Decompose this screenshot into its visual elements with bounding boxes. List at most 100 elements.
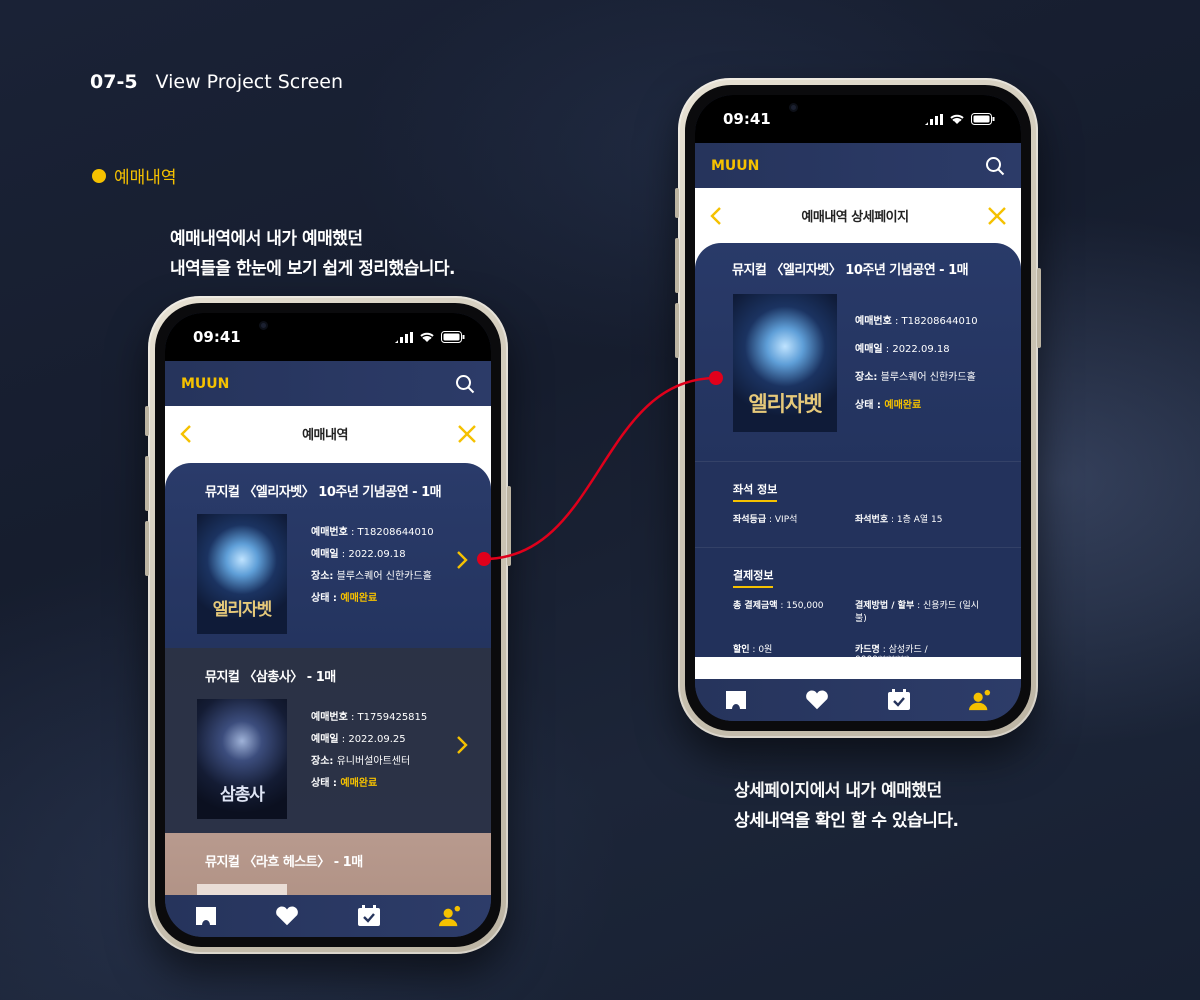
payment-info-section: 결제정보 총 결제금액 : 150,000 결제방법 / 할부 : 신용카드 (… (695, 547, 1021, 665)
close-icon[interactable] (987, 206, 1007, 226)
battery-icon (441, 331, 465, 343)
status-label: 상태 : (855, 400, 885, 411)
tab-bar (165, 895, 491, 937)
method-label: 결제방법 / 할부 (855, 601, 915, 611)
desc-line: 예매내역에서 내가 예매했던 (170, 229, 363, 249)
ticket-tab-icon[interactable] (724, 689, 748, 711)
desc-line: 상세페이지에서 내가 예매했던 (734, 781, 942, 801)
battery-icon (971, 113, 995, 125)
booking-label: 예매번호 (311, 527, 348, 538)
booking-number: : T18208644010 (891, 316, 978, 327)
list-item[interactable]: 뮤지컬 〈라흐 헤스트〉 - 1매 (165, 833, 491, 895)
screen-title: 예매내역 상세페이지 (801, 210, 909, 225)
total-amount: : 150,000 (777, 601, 824, 611)
side-button (145, 456, 149, 511)
venue: 블루스퀘어 신한카드홀 (333, 571, 432, 582)
side-button (675, 188, 679, 218)
app-logo[interactable]: MUUN (711, 158, 759, 174)
booking-number: : T18208644010 (347, 527, 434, 538)
date-label: 예매일 (311, 734, 339, 745)
poster-image: 엘리자벳 (733, 294, 837, 432)
chevron-right-icon[interactable] (455, 549, 469, 571)
back-chevron-icon[interactable] (179, 424, 193, 444)
status-time: 09:41 (193, 328, 241, 346)
app-logo[interactable]: MUUN (181, 376, 229, 392)
phone-detail: 09:41 MUUN 예매내역 상세페이지 뮤지컬 〈엘리자벳〉 10주년 기념… (675, 78, 1041, 738)
close-icon[interactable] (457, 424, 477, 444)
booking-date: : 2022.09.25 (338, 734, 406, 745)
total-label: 총 결제금액 (733, 601, 778, 611)
venue-label: 장소: (311, 756, 334, 767)
tab-bar (695, 679, 1021, 721)
venue: 유니버설아트센터 (333, 756, 411, 767)
item-title: 뮤지컬 〈삼총사〉 - 1매 (205, 670, 336, 685)
page-header: 07-5 View Project Screen (90, 71, 343, 93)
status-badge: 예매완료 (884, 400, 922, 411)
discount: : 0원 (749, 645, 773, 655)
detail-summary: 뮤지컬 〈엘리자벳〉 10주년 기념공연 - 1매 엘리자벳 예매번호 : T1… (695, 243, 1021, 461)
seat-info-section: 좌석 정보 좌석등급 : VIP석 좌석번호 : 1층 A열 15 (695, 461, 1021, 547)
heart-tab-icon[interactable] (805, 689, 829, 711)
poster-image: 엘리자벳 (197, 514, 287, 634)
app-bar: MUUN (165, 361, 491, 406)
card-label: 카드명 (855, 645, 880, 655)
heart-tab-icon[interactable] (275, 905, 299, 927)
seat-heading: 좌석 정보 (733, 481, 778, 502)
item-title: 뮤지컬 〈엘리자벳〉 10주년 기념공연 - 1매 (205, 485, 442, 500)
detail-screen: 09:41 MUUN 예매내역 상세페이지 뮤지컬 〈엘리자벳〉 10주년 기념… (695, 95, 1021, 721)
ticket-tab-icon[interactable] (194, 905, 218, 927)
chevron-right-icon[interactable] (455, 734, 469, 756)
list-item[interactable]: 뮤지컬 〈삼총사〉 - 1매 삼총사 예매번호 : T1759425815 예매… (165, 648, 491, 833)
page-navbar: 예매내역 상세페이지 (695, 188, 1021, 243)
profile-tab-icon[interactable] (968, 689, 992, 711)
booking-label: 예매번호 (855, 316, 892, 327)
status-time: 09:41 (723, 110, 771, 128)
side-button (1037, 268, 1041, 348)
item-title: 뮤지컬 〈라흐 헤스트〉 - 1매 (205, 855, 363, 870)
seat-grade: : VIP석 (766, 515, 798, 525)
list-item[interactable]: 뮤지컬 〈엘리자벳〉 10주년 기념공연 - 1매 엘리자벳 예매번호 : T1… (165, 463, 491, 648)
screen-title: 예매내역 (302, 428, 348, 443)
booking-date: : 2022.09.18 (338, 549, 406, 560)
seat-number: : 1층 A열 15 (888, 515, 943, 525)
search-icon[interactable] (985, 156, 1005, 176)
profile-tab-icon[interactable] (438, 905, 462, 927)
status-badge: 예매완료 (340, 593, 378, 604)
discount-label: 할인 (733, 645, 750, 655)
desc-line: 내역들을 한눈에 보기 쉽게 정리했습니다. (170, 259, 456, 279)
list-screen: 09:41 MUUN 예매내역 뮤지컬 〈엘리자벳〉 10주년 기념공연 - 1… (165, 313, 491, 937)
date-label: 예매일 (311, 549, 339, 560)
wifi-icon (420, 332, 434, 342)
right-description: 상세페이지에서 내가 예매했던 상세내역을 확인 할 수 있습니다. (734, 776, 959, 836)
booking-label: 예매번호 (311, 712, 348, 723)
seat-grade-label: 좌석등급 (733, 515, 767, 525)
side-button (675, 238, 679, 293)
date-label: 예매일 (855, 344, 883, 355)
payment-heading: 결제정보 (733, 567, 774, 588)
section-label: 예매내역 (114, 168, 177, 188)
show-title: 뮤지컬 〈엘리자벳〉 10주년 기념공연 - 1매 (732, 263, 969, 278)
phone-list: 09:41 MUUN 예매내역 뮤지컬 〈엘리자벳〉 10주년 기념공연 - 1… (145, 296, 511, 954)
venue: 블루스퀘어 신한카드홀 (877, 372, 976, 383)
poster-image (197, 884, 287, 895)
desc-line: 상세내역을 확인 할 수 있습니다. (734, 811, 959, 831)
booking-detail: 뮤지컬 〈엘리자벳〉 10주년 기념공연 - 1매 엘리자벳 예매번호 : T1… (695, 243, 1021, 679)
side-button (675, 303, 679, 358)
side-button (145, 521, 149, 576)
side-button (507, 486, 511, 566)
app-bar: MUUN (695, 143, 1021, 188)
status-label: 상태 : (311, 778, 341, 789)
venue-label: 장소: (311, 571, 334, 582)
search-icon[interactable] (455, 374, 475, 394)
calendar-tab-icon[interactable] (887, 689, 911, 711)
left-description: 예매내역에서 내가 예매했던 내역들을 한눈에 보기 쉽게 정리했습니다. (170, 224, 456, 284)
booking-number: : T1759425815 (347, 712, 428, 723)
side-button (145, 406, 149, 436)
back-chevron-icon[interactable] (709, 206, 723, 226)
seat-number-label: 좌석번호 (855, 515, 889, 525)
page-title: View Project Screen (155, 71, 344, 93)
calendar-tab-icon[interactable] (357, 905, 381, 927)
status-badge: 예매완료 (340, 778, 378, 789)
booking-list: 뮤지컬 〈엘리자벳〉 10주년 기념공연 - 1매 엘리자벳 예매번호 : T1… (165, 461, 491, 895)
booking-date: : 2022.09.18 (882, 344, 950, 355)
